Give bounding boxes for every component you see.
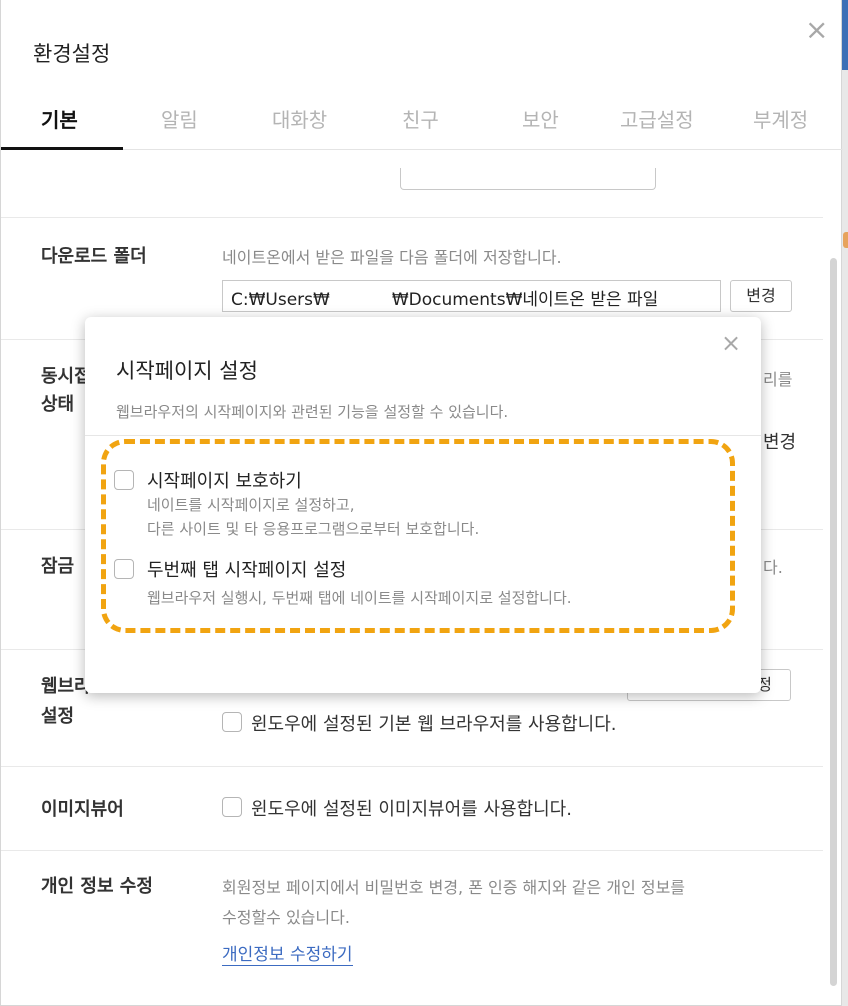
dialog-close-icon[interactable]: × — [721, 331, 741, 355]
download-path-field[interactable]: C:₩Users₩ ₩Documents₩네이트온 받은 파일 — [222, 280, 721, 312]
download-path-start: C:₩Users₩ — [231, 290, 330, 310]
privacy-desc-line1: 회원정보 페이지에서 비밀번호 변경, 폰 인증 해지와 같은 개인 정보를 — [222, 878, 686, 897]
default-browser-checkbox[interactable] — [222, 712, 242, 732]
concurrent-label-line2: 상태 — [41, 394, 75, 415]
tab-notifications[interactable]: 알림 — [161, 104, 198, 133]
download-folder-label: 다운로드 폴더 — [41, 246, 147, 267]
tab-chat[interactable]: 대화창 — [272, 104, 327, 133]
browser-label-line1: 웹브라 — [41, 676, 91, 697]
privacy-desc-line2: 수정할수 있습니다. — [222, 908, 350, 927]
change-folder-button[interactable]: 변경 — [730, 280, 792, 312]
privacy-label: 개인 정보 수정 — [41, 876, 153, 897]
second-tab-start-page-checkbox[interactable] — [114, 559, 134, 579]
second-tab-start-page-title[interactable]: 두번째 탭 시작페이지 설정 — [147, 556, 346, 582]
tab-friends[interactable]: 친구 — [402, 104, 439, 133]
dialog-desc: 웹브라우저의 시작페이지와 관련된 기능을 설정할 수 있습니다. — [116, 403, 509, 421]
image-viewer-option-label[interactable]: 윈도우에 설정된 이미지뷰어를 사용합니다. — [251, 795, 572, 821]
dialog-title: 시작페이지 설정 — [116, 359, 258, 383]
image-viewer-checkbox[interactable] — [222, 797, 242, 817]
concurrent-change-button[interactable]: 변경 — [763, 428, 796, 454]
edit-privacy-link[interactable]: 개인정보 수정하기 — [222, 940, 353, 966]
dialog-divider — [85, 435, 761, 436]
tab-advanced[interactable]: 고급설정 — [620, 104, 694, 133]
protect-start-page-title[interactable]: 시작페이지 보호하기 — [147, 467, 302, 493]
window-close-icon[interactable]: × — [805, 16, 828, 44]
protect-start-page-checkbox[interactable] — [114, 470, 134, 490]
concurrent-desc-tail: 리를 — [763, 370, 793, 389]
download-path-end: ₩Documents₩네이트온 받은 파일 — [391, 290, 659, 310]
browser-label-line2: 설정 — [41, 706, 75, 727]
start-page-dialog: 시작페이지 설정 × 웹브라우저의 시작페이지와 관련된 기능을 설정할 수 있… — [85, 317, 761, 693]
window-title: 환경설정 — [33, 42, 111, 66]
default-browser-label[interactable]: 윈도우에 설정된 기본 웹 브라우저를 사용합니다. — [251, 710, 617, 736]
concurrent-label-line1: 동시접 — [41, 366, 91, 387]
download-folder-desc: 네이트온에서 받은 파일을 다음 폴더에 저장합니다. — [222, 248, 562, 267]
section-cut-off — [1, 150, 823, 218]
background-window-accent — [842, 0, 848, 70]
protect-start-page-desc-line2: 다른 사이트 및 타 응용프로그램으로부터 보호합니다. — [147, 520, 480, 538]
tab-security[interactable]: 보안 — [522, 104, 559, 133]
background-window-edge — [842, 0, 848, 1006]
settings-tabs: 기본 알림 대화창 친구 보안 고급설정 부계정 — [1, 92, 843, 150]
second-tab-start-page-desc: 웹브라우저 실행시, 두번째 탭에 네이트를 시작페이지로 설정합니다. — [147, 589, 572, 607]
background-window-marker — [843, 232, 848, 248]
tab-sub-account[interactable]: 부계정 — [753, 104, 808, 133]
tab-basic[interactable]: 기본 — [41, 104, 78, 133]
lock-desc-tail: 다. — [763, 558, 783, 577]
protect-start-page-desc-line1: 네이트를 시작페이지로 설정하고, — [147, 496, 355, 514]
scrollbar-thumb[interactable] — [830, 258, 837, 986]
lock-label: 잠금 — [41, 556, 75, 577]
image-viewer-label: 이미지뷰어 — [41, 799, 124, 820]
